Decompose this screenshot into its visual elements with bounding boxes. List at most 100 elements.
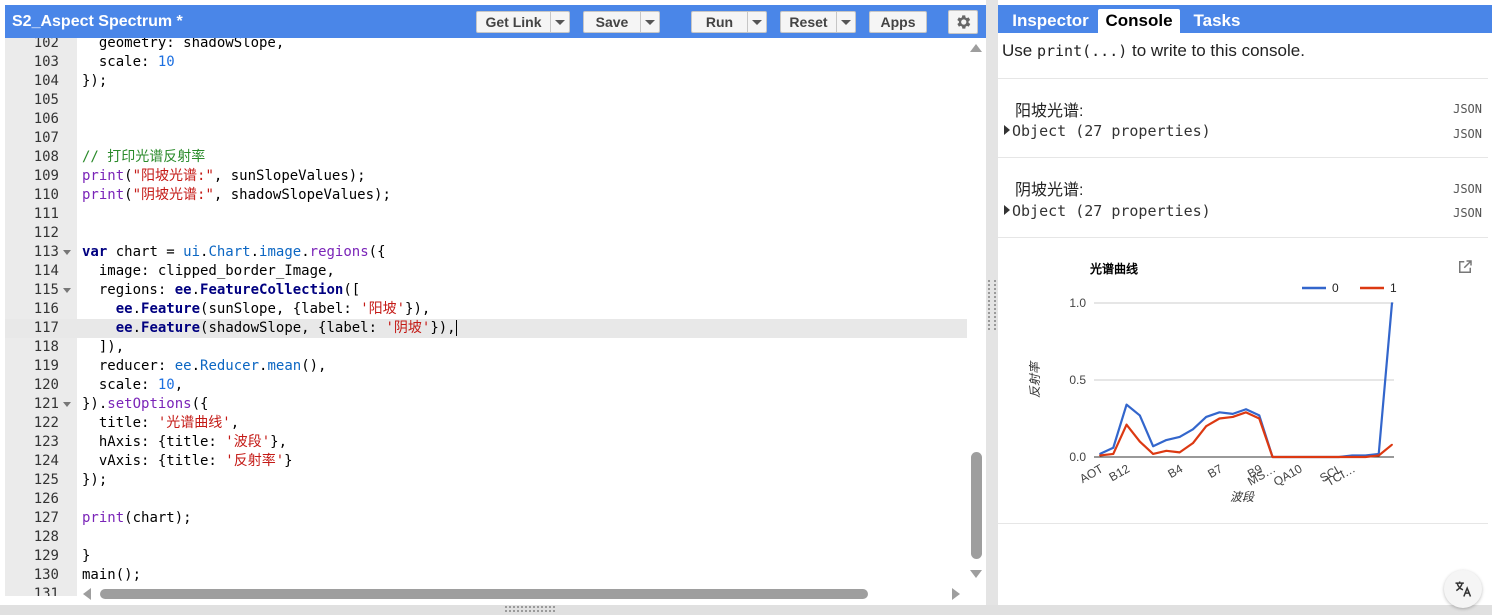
code-token: // 打印光谱反射率 [82,149,206,165]
code-line[interactable]: 124 vAxis: {title: '反射率'} [5,452,967,471]
code-area[interactable]: 102 geometry: shadowSlope, 103 scale: 10 1… [5,38,967,596]
json-button[interactable]: JSON [1453,127,1482,141]
data-point [1112,453,1115,455]
object-expander[interactable]: Object (27 properties) [1004,122,1211,140]
code-line[interactable]: 116 ee.Feature(sunSlope, {label: '阳坡'}), [5,300,967,319]
code-line[interactable]: 115 regions: ee.FeatureCollection([ [5,281,967,300]
line-number: 127 [33,510,59,526]
line-number: 121 [33,396,59,412]
code-line[interactable]: 110 print("阴坡光谱:", shadowSlopeValues); [5,186,967,205]
divider [998,78,1488,79]
code-line[interactable]: 127 print(chart); [5,509,967,528]
code-line[interactable]: 108 // 打印光谱反射率 [5,148,967,167]
code-text: ee.Feature(sunSlope, {label: '阳坡'}), [82,300,431,319]
code-line[interactable]: 114 image: clipped_border_Image, [5,262,967,281]
code-line[interactable]: 123 hAxis: {title: '波段'}, [5,433,967,452]
code-line[interactable]: 105 [5,91,967,110]
fold-arrow-icon[interactable] [63,250,71,255]
code-token: . [301,244,310,260]
code-line[interactable]: 103 scale: 10 [5,53,967,72]
code-line[interactable]: 113 var chart = ui.Chart.image.regions({ [5,243,967,262]
code-token: '光谱曲线' [157,415,231,431]
save-button[interactable]: Save [583,11,660,33]
line-number: 112 [33,225,59,241]
tab-tasks[interactable]: Tasks [1184,9,1250,33]
code-line[interactable]: 128 [5,528,967,547]
get-link-button[interactable]: Get Link [476,11,570,33]
code-line[interactable]: 121}).setOptions({ [5,395,967,414]
divider [998,523,1488,524]
code-token: ({ [191,396,209,412]
console-hint-code: print(...) [1036,42,1128,60]
bottom-resize-handle[interactable] [505,606,555,612]
code-token: 10 [157,54,175,70]
fold-arrow-icon[interactable] [63,288,71,293]
code-line[interactable]: 109 print("阳坡光谱:", sunSlopeValues); [5,167,967,186]
json-button[interactable]: JSON [1453,206,1482,220]
scroll-left-icon[interactable] [83,588,91,600]
save-dropdown[interactable] [640,12,659,32]
code-line[interactable]: 122 title: '光谱曲线', [5,414,967,433]
run-label: Run [705,14,734,30]
data-point [1138,440,1141,443]
data-point [1152,453,1154,455]
code-line[interactable]: 106 [5,110,967,129]
get-link-dropdown[interactable] [550,12,569,32]
code-token: setOptions [107,396,192,412]
tab-console[interactable]: Console [1098,9,1180,33]
apps-button[interactable]: Apps [869,11,927,33]
code-token: , [174,377,184,393]
code-line[interactable]: 118 ]), [5,338,967,357]
object-expander[interactable]: Object (27 properties) [1004,202,1211,220]
console-entry-label: 阴坡光谱: [1015,182,1084,199]
code-token: , [230,415,240,431]
code-line[interactable]: 102 geometry: shadowSlope, [5,38,967,53]
code-text: }); [82,72,107,91]
settings-button[interactable] [948,10,978,34]
scroll-up-icon[interactable] [970,44,982,52]
data-point [1245,411,1247,414]
splitter-grip-icon[interactable] [988,280,996,330]
line-number: 114 [33,263,59,279]
line-number: 117 [33,320,59,336]
vertical-scroll-thumb[interactable] [971,452,982,559]
code-line[interactable]: 129} [5,547,967,566]
data-point [1338,456,1340,458]
reset-dropdown[interactable] [836,12,855,32]
code-line[interactable]: 125}); [5,471,967,490]
line-number: 102 [33,38,59,51]
code-line[interactable]: 112 [5,224,967,243]
json-button[interactable]: JSON [1453,182,1482,196]
code-line[interactable]: 111 [5,205,967,224]
run-button[interactable]: Run [691,11,767,33]
code-token: mean [267,358,302,374]
run-dropdown[interactable] [747,12,766,32]
code-line[interactable]: 130 main(); [5,566,967,585]
code-line[interactable]: 107 [5,129,967,148]
data-point [1112,446,1115,449]
horizontal-scroll-thumb[interactable] [100,589,868,599]
code-line[interactable]: 126 [5,490,967,509]
code-line[interactable]: 120 scale: 10, [5,376,967,395]
fold-arrow-icon[interactable] [63,402,71,407]
code-line[interactable]: 117 ee.Feature(shadowSlope, {label: '阴坡'… [5,319,967,338]
code-token: }, [270,434,288,450]
tab-inspector[interactable]: Inspector [1003,9,1098,33]
translate-icon[interactable] [1444,570,1482,608]
scroll-down-icon[interactable] [970,570,982,578]
code-token: "阳坡光谱:" [132,168,214,184]
reset-button[interactable]: Reset [780,11,856,33]
json-button[interactable]: JSON [1453,102,1482,116]
code-line[interactable]: 104}); [5,72,967,91]
popout-icon[interactable] [1456,258,1474,276]
code-text: title: '光谱曲线', [82,414,239,433]
code-line[interactable]: 119 reducer: ee.Reducer.mean(), [5,357,967,376]
line-number: 106 [33,111,59,127]
scroll-right-icon[interactable] [952,588,960,600]
code-token: (shadowSlope, {label: [200,320,386,336]
line-number: 125 [33,472,59,488]
x-tick-label: B12 [1107,461,1133,484]
translate-glyph-icon [1455,581,1472,597]
